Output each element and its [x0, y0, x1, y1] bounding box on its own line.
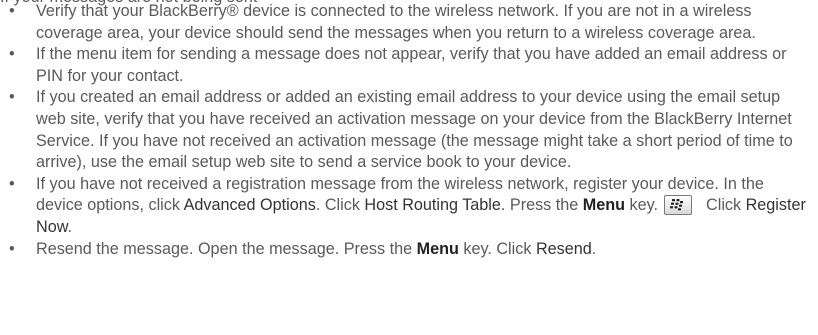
host-routing-table-term: Host Routing Table — [364, 196, 501, 215]
advanced-options-term: Advanced Options — [183, 196, 316, 215]
list-item: • If you have not received a registratio… — [0, 174, 818, 239]
menu-key-label: Menu — [582, 196, 626, 215]
bullet-dot: • — [9, 88, 15, 107]
list-item-text: Resend the message. Open the message. Pr… — [36, 239, 417, 258]
list-item-text: If the menu item for sending a message d… — [36, 45, 787, 85]
bullet-dot: • — [9, 2, 15, 20]
list-item-text: . Click — [315, 196, 365, 215]
list-item-text: If you created an email address or added… — [36, 88, 793, 172]
troubleshooting-list: • Verify that your BlackBerry® device is… — [0, 1, 818, 260]
list-item-text: . — [591, 239, 597, 258]
list-item: • Resend the message. Open the message. … — [0, 239, 818, 261]
menu-key-label: Menu — [416, 239, 459, 258]
bullet-dot: • — [9, 239, 15, 258]
resend-term: Resend — [535, 239, 592, 258]
bullet-dot: • — [9, 174, 15, 193]
list-item-text: Verify that your BlackBerry® device is c… — [36, 2, 756, 42]
blackberry-logo-icon — [670, 199, 684, 211]
bullet-dot: • — [9, 45, 15, 64]
list-item-text: key. Click — [458, 239, 536, 258]
list-item-text: key. — [625, 196, 659, 215]
list-item: • Verify that your BlackBerry® device is… — [0, 1, 818, 44]
list-item-text: . — [67, 217, 73, 236]
list-item-text: . Press the — [500, 196, 583, 215]
list-item-text: Click — [706, 196, 746, 215]
list-item: • If you created an email address or add… — [0, 87, 818, 173]
blackberry-menu-key-icon — [664, 195, 693, 216]
list-item: • If the menu item for sending a message… — [0, 44, 818, 87]
